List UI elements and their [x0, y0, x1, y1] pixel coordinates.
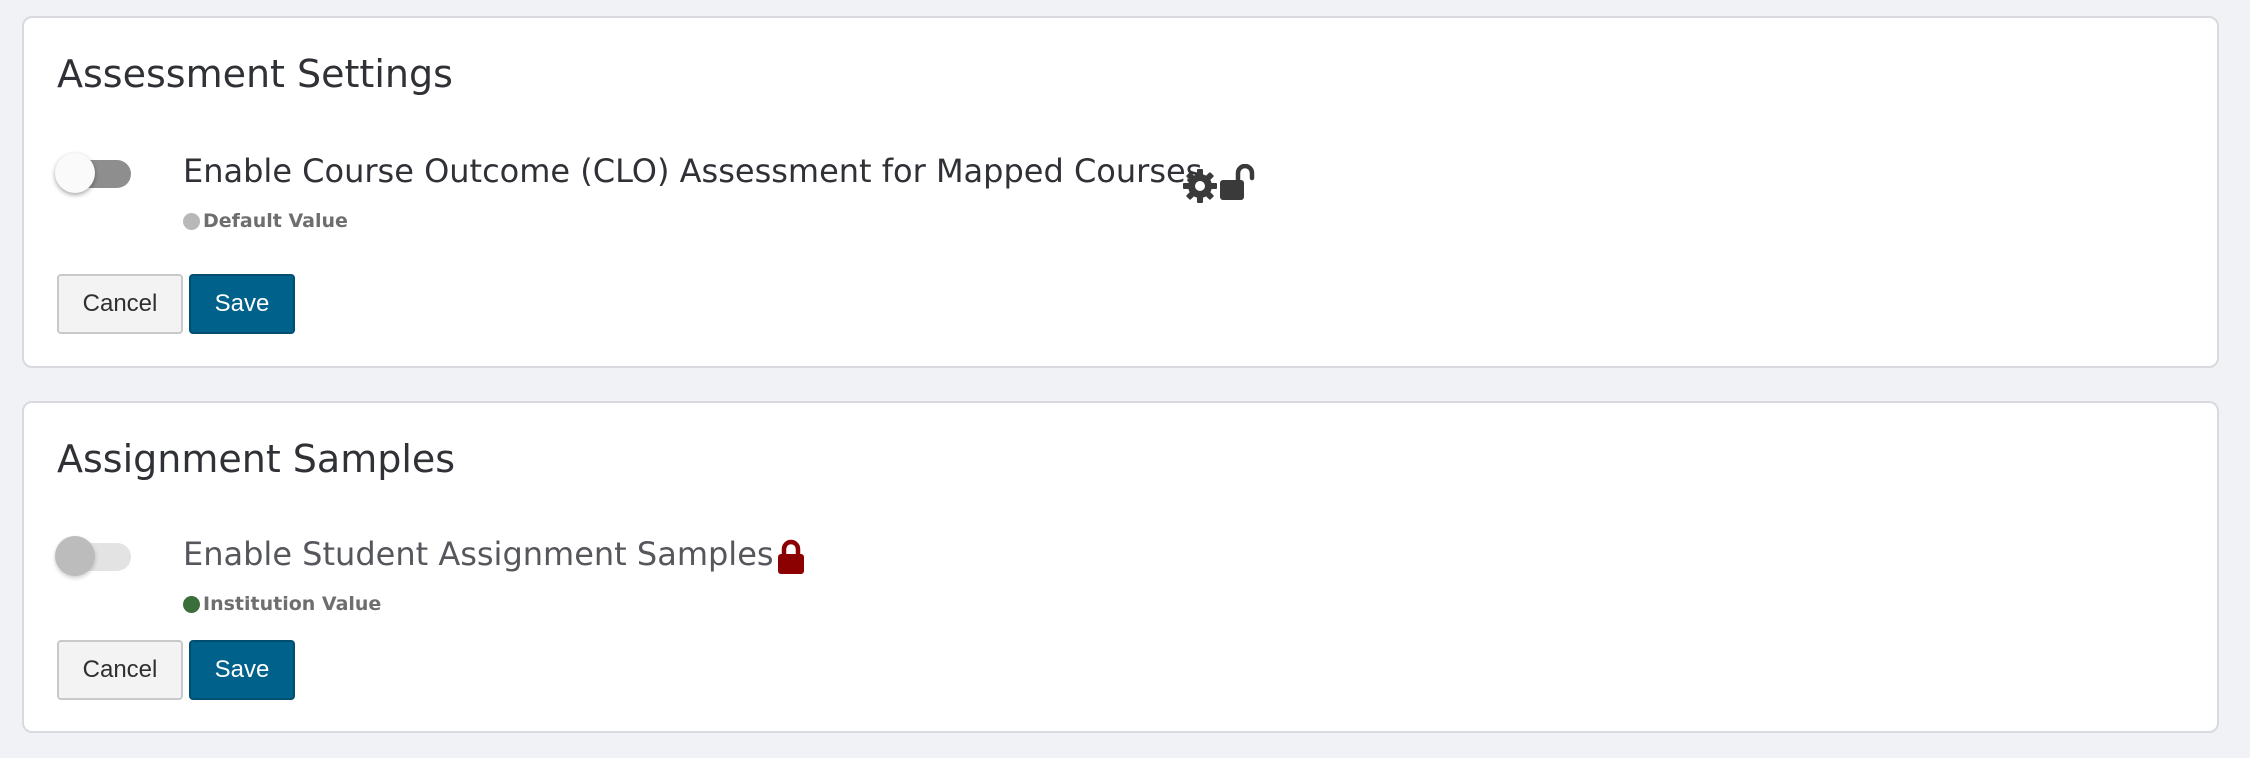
lock-icon [776, 539, 806, 575]
clo-assessment-toggle[interactable] [55, 153, 131, 193]
assignment-samples-toggle[interactable] [55, 536, 131, 576]
form-actions: Cancel Save [57, 274, 295, 334]
toggle-knob [55, 536, 95, 576]
setting-label: Enable Course Outcome (CLO) Assessment f… [183, 152, 1203, 190]
form-actions: Cancel Save [57, 640, 295, 700]
gear-icon[interactable] [1182, 168, 1218, 204]
toggle-knob [55, 153, 95, 193]
section-title: Assignment Samples [57, 437, 456, 481]
value-status: Institution Value [183, 593, 381, 615]
section-title: Assessment Settings [57, 52, 453, 96]
save-button[interactable]: Save [189, 640, 295, 700]
save-button[interactable]: Save [189, 274, 295, 334]
cancel-button[interactable]: Cancel [57, 640, 183, 700]
value-status-text: Institution Value [203, 593, 382, 615]
value-status: Default Value [183, 210, 348, 232]
cancel-button[interactable]: Cancel [57, 274, 183, 334]
institution-value-dot [183, 595, 200, 613]
assessment-settings-card: Assessment Settings Enable Course Outcom… [22, 16, 2219, 368]
default-value-dot [183, 212, 200, 230]
unlock-icon[interactable] [1218, 163, 1256, 202]
setting-label: Enable Student Assignment Samples [183, 535, 774, 573]
value-status-text: Default Value [203, 210, 348, 232]
assignment-samples-card: Assignment Samples Enable Student Assign… [22, 401, 2219, 733]
